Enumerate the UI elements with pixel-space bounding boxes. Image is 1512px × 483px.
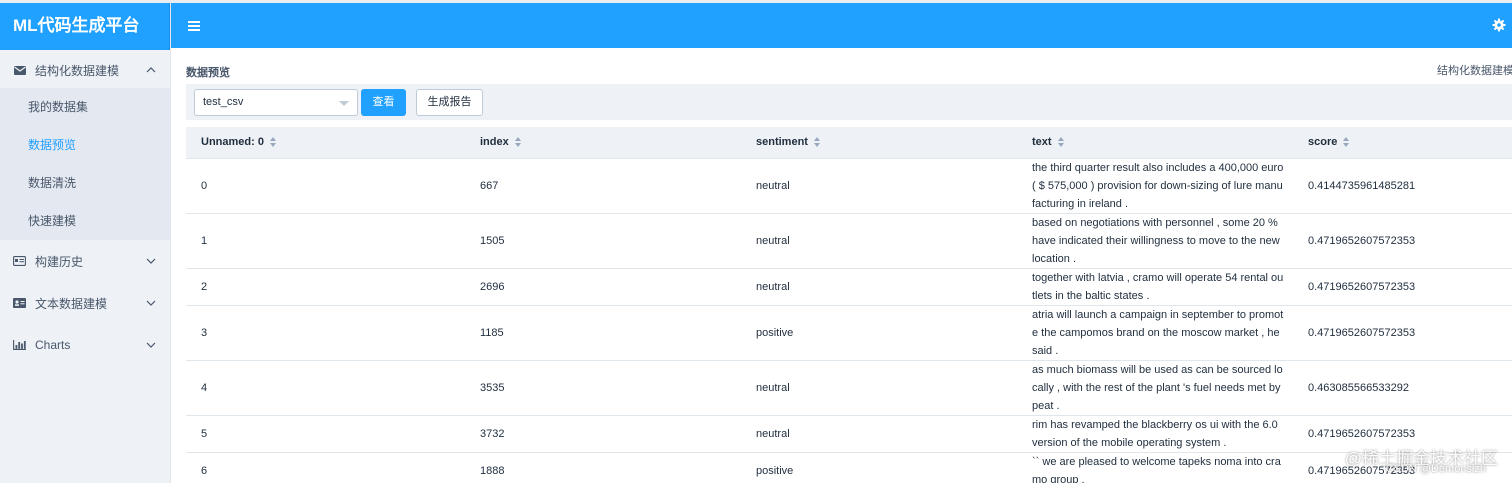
menu-group-label: 文本数据建模: [35, 296, 108, 311]
sort-icon[interactable]: [1343, 137, 1350, 148]
cell-index: 1505: [465, 213, 741, 269]
cell-unnamed-0: 2: [186, 268, 465, 306]
column-header-text[interactable]: text: [1017, 127, 1293, 159]
cell-text: rim has revamped the blackberry os ui wi…: [1017, 415, 1293, 453]
cell-sentiment: neutral: [741, 268, 1017, 306]
sort-icon[interactable]: [1057, 137, 1065, 148]
cell-index: 2696: [465, 268, 741, 306]
column-header-unnamed-0[interactable]: Unnamed: 0: [186, 127, 465, 159]
sort-icon[interactable]: [514, 137, 522, 148]
cell-score: 0.4719652607572353: [1293, 213, 1512, 269]
cell-score: 0.4144735961485281: [1293, 158, 1512, 214]
cell-score: 0.4719652607572353: [1293, 305, 1512, 361]
breadcrumb: 结构化数据建模: [1437, 65, 1512, 77]
column-header-score[interactable]: score: [1293, 127, 1512, 159]
column-header-index[interactable]: index: [465, 127, 741, 159]
cell-unnamed-0: 3: [186, 305, 465, 361]
cell-unnamed-0: 4: [186, 360, 465, 416]
chevron-up-icon: [146, 67, 156, 73]
cell-text: together with latvia , cramo will operat…: [1017, 268, 1293, 306]
menu-group-label: Charts: [35, 338, 71, 352]
cell-index: 1888: [465, 452, 741, 483]
app-title: ML代码生成平台: [0, 0, 170, 50]
sidebar-item-data-cleaning[interactable]: 数据清洗: [0, 164, 170, 202]
table-row: 5 3732 neutral rim has revamped the blac…: [186, 415, 1512, 453]
table-row: 6 1888 positive `` we are pleased to wel…: [186, 452, 1512, 483]
submenu-structured-modeling: 我的数据集 数据预览 数据清洗 快速建模: [0, 88, 170, 240]
cell-unnamed-0: 6: [186, 452, 465, 483]
table-row: 2 2696 neutral together with latvia , cr…: [186, 268, 1512, 306]
menu-toggle-icon[interactable]: [188, 21, 200, 31]
cell-sentiment: positive: [741, 305, 1017, 361]
cell-score: 0.4719652607572353: [1293, 268, 1512, 306]
cell-unnamed-0: 5: [186, 415, 465, 453]
window-top-border: [0, 0, 1512, 3]
bar-chart-icon: [13, 340, 26, 351]
cell-text: atria will launch a campaign in septembe…: [1017, 305, 1293, 361]
table-row: 0 667 neutral the third quarter result a…: [186, 158, 1512, 214]
id-card-icon: [13, 256, 26, 267]
cell-unnamed-0: 0: [186, 158, 465, 214]
cell-sentiment: neutral: [741, 415, 1017, 453]
cell-index: 3732: [465, 415, 741, 453]
menu-group-structured-modeling[interactable]: 结构化数据建模: [0, 52, 170, 88]
menu-group-text-modeling[interactable]: 文本数据建模: [0, 282, 170, 324]
sidebar-item-my-datasets[interactable]: 我的数据集: [0, 88, 170, 126]
dataset-select[interactable]: test_csv: [194, 89, 358, 116]
data-table: Unnamed: 0 index sentiment text score 0 …: [186, 127, 1512, 483]
address-card-icon: [13, 298, 26, 309]
menu-group-build-history[interactable]: 构建历史: [0, 240, 170, 282]
cell-sentiment: neutral: [741, 360, 1017, 416]
toolbar: test_csv 查看 生成报告: [186, 84, 1512, 120]
menu-group-label: 结构化数据建模: [35, 63, 120, 78]
table-row: 3 1185 positive atria will launch a camp…: [186, 305, 1512, 361]
cell-unnamed-0: 1: [186, 213, 465, 269]
chevron-down-icon: [146, 258, 156, 264]
page-title: 数据预览: [186, 67, 230, 79]
chevron-down-icon: [146, 342, 156, 348]
table-row: 1 1505 neutral based on negotiations wit…: [186, 213, 1512, 269]
cell-text: as much biomass will be used as can be s…: [1017, 360, 1293, 416]
cell-sentiment: neutral: [741, 158, 1017, 214]
main-content: 数据预览 结构化数据建模 test_csv 查看 生成报告 Unnamed: 0…: [171, 48, 1512, 483]
cell-text: the third quarter result also includes a…: [1017, 158, 1293, 214]
sidebar-item-data-preview[interactable]: 数据预览: [0, 126, 170, 164]
cell-sentiment: neutral: [741, 213, 1017, 269]
dataset-select-value: test_csv: [203, 96, 244, 108]
gear-icon[interactable]: [1492, 18, 1506, 32]
watermark-csdn: CSDN @Demonslzh: [1385, 463, 1486, 475]
cell-text: `` we are pleased to welcome tapeks noma…: [1017, 452, 1293, 483]
view-button[interactable]: 查看: [361, 89, 406, 116]
cell-text: based on negotiations with personnel , s…: [1017, 213, 1293, 269]
cell-index: 3535: [465, 360, 741, 416]
sidebar: ML代码生成平台 结构化数据建模 我的数据集 数据预览 数据清洗 快速建模 构建…: [0, 0, 171, 483]
generate-report-button[interactable]: 生成报告: [416, 89, 483, 116]
top-header: [171, 3, 1512, 48]
menu-group-charts[interactable]: Charts: [0, 324, 170, 366]
chevron-down-icon: [146, 300, 156, 306]
cell-sentiment: positive: [741, 452, 1017, 483]
sort-icon[interactable]: [269, 137, 277, 148]
menu-group-label: 构建历史: [35, 254, 84, 269]
sort-icon[interactable]: [813, 137, 821, 148]
caret-down-icon: [339, 101, 349, 106]
sidebar-item-quick-modeling[interactable]: 快速建模: [0, 202, 170, 240]
cell-index: 1185: [465, 305, 741, 361]
cell-index: 667: [465, 158, 741, 214]
cell-score: 0.463085566533292: [1293, 360, 1512, 416]
table-row: 4 3535 neutral as much biomass will be u…: [186, 360, 1512, 416]
envelope-icon: [13, 65, 26, 76]
table-header-row: Unnamed: 0 index sentiment text score: [186, 127, 1512, 159]
column-header-sentiment[interactable]: sentiment: [741, 127, 1017, 159]
